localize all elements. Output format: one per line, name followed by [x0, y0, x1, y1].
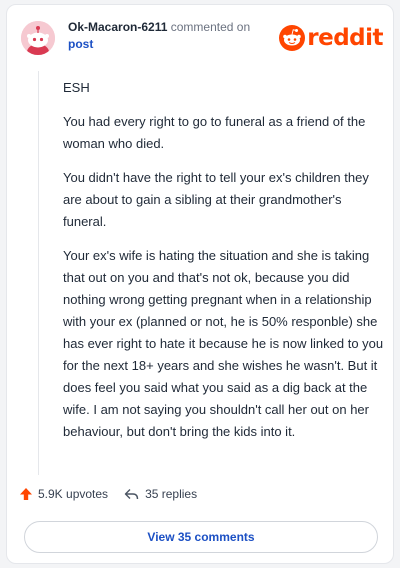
post-link[interactable]: post: [68, 36, 250, 53]
comment-footer: 5.9K upvotes 35 replies: [19, 483, 197, 505]
comment-paragraph: ESH: [63, 80, 90, 95]
comment-meta: Ok-Macaron-6211 commented on post: [68, 19, 250, 53]
action-text: commented on: [170, 20, 251, 34]
upvote-arrow-icon: [20, 488, 32, 500]
view-comments-button[interactable]: View 35 comments: [24, 521, 378, 553]
comment-paragraph: Your ex's wife is hating the situation a…: [63, 248, 384, 439]
comment-header: Ok-Macaron-6211 commented on post reddit: [17, 15, 383, 59]
upvote-count: 5.9K upvotes: [38, 487, 109, 501]
comment-paragraph: You didn't have the right to tell your e…: [63, 170, 369, 229]
upvote-button[interactable]: 5.9K upvotes: [19, 487, 108, 501]
reply-arrow-icon: [124, 488, 139, 499]
brand-wordmark: reddit: [307, 25, 383, 51]
reddit-snoo-icon: [279, 25, 306, 51]
comment-body: ESH You had every right to go to funeral…: [63, 77, 385, 455]
username[interactable]: Ok-Macaron-6211: [68, 20, 167, 34]
snoo-avatar-icon[interactable]: [21, 21, 55, 55]
reddit-logo[interactable]: reddit: [279, 23, 383, 53]
replies-button[interactable]: 35 replies: [124, 487, 197, 501]
comment-paragraph: You had every right to go to funeral as …: [63, 114, 366, 151]
comment-card: Ok-Macaron-6211 commented on post reddit…: [6, 4, 394, 564]
thread-line: [38, 71, 39, 475]
reply-count: 35 replies: [145, 487, 198, 501]
